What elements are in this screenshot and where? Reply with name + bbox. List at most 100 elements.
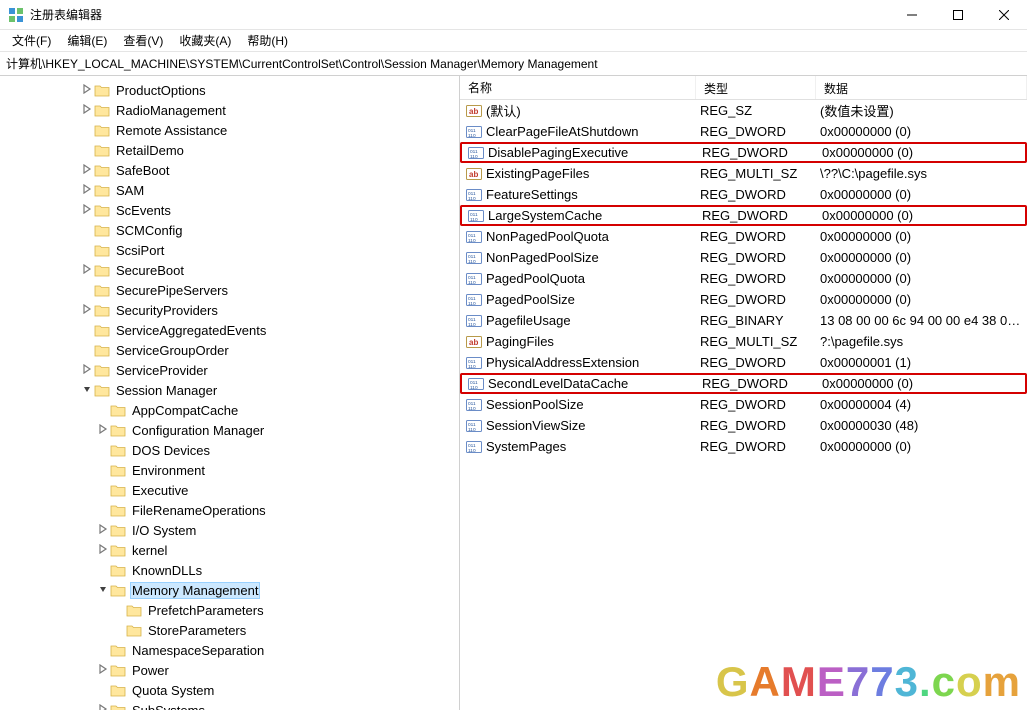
expand-icon[interactable] (96, 524, 110, 537)
binary-value-icon (466, 418, 482, 434)
tree-item[interactable]: Memory Management (0, 580, 459, 600)
value-row[interactable]: SessionViewSizeREG_DWORD0x00000030 (48) (460, 415, 1027, 436)
tree-item[interactable]: FileRenameOperations (0, 500, 459, 520)
tree-item[interactable]: I/O System (0, 520, 459, 540)
tree-item[interactable]: ServiceAggregatedEvents (0, 320, 459, 340)
tree-item[interactable]: DOS Devices (0, 440, 459, 460)
folder-icon (110, 563, 126, 577)
tree-item[interactable]: SafeBoot (0, 160, 459, 180)
menu-help[interactable]: 帮助(H) (239, 30, 296, 51)
value-name: LargeSystemCache (488, 208, 602, 223)
tree-item-label: PrefetchParameters (146, 602, 266, 619)
tree-pane[interactable]: ProductOptionsRadioManagement Remote Ass… (0, 76, 460, 710)
expand-icon[interactable] (96, 664, 110, 677)
value-data: 0x00000000 (0) (818, 439, 1027, 454)
collapse-icon[interactable] (96, 584, 110, 597)
folder-icon (94, 183, 110, 197)
list-pane[interactable]: 名称 类型 数据 (默认)REG_SZ(数值未设置)ClearPageFileA… (460, 76, 1027, 710)
value-row[interactable]: PhysicalAddressExtensionREG_DWORD0x00000… (460, 352, 1027, 373)
tree-item[interactable]: PrefetchParameters (0, 600, 459, 620)
folder-icon (94, 363, 110, 377)
tree-item[interactable]: RetailDemo (0, 140, 459, 160)
address-bar[interactable]: 计算机\HKEY_LOCAL_MACHINE\SYSTEM\CurrentCon… (0, 52, 1027, 76)
value-type: REG_DWORD (698, 187, 818, 202)
value-row[interactable]: NonPagedPoolQuotaREG_DWORD0x00000000 (0) (460, 226, 1027, 247)
expand-icon[interactable] (80, 164, 94, 177)
value-data: 0x00000000 (0) (820, 145, 1025, 160)
folder-icon (94, 343, 110, 357)
tree-item[interactable]: SecurePipeServers (0, 280, 459, 300)
tree-item[interactable]: SubSystems (0, 700, 459, 710)
expand-icon[interactable] (80, 104, 94, 117)
value-row[interactable]: ExistingPageFilesREG_MULTI_SZ\??\C:\page… (460, 163, 1027, 184)
close-button[interactable] (981, 0, 1027, 30)
binary-value-icon (466, 397, 482, 413)
binary-value-icon (466, 355, 482, 371)
value-data: 0x00000000 (0) (820, 376, 1025, 391)
value-row[interactable]: PagingFilesREG_MULTI_SZ?:\pagefile.sys (460, 331, 1027, 352)
value-row[interactable]: (默认)REG_SZ(数值未设置) (460, 100, 1027, 121)
expand-icon[interactable] (96, 424, 110, 437)
tree-item[interactable]: SCMConfig (0, 220, 459, 240)
value-row[interactable]: LargeSystemCacheREG_DWORD0x00000000 (0) (460, 205, 1027, 226)
tree-item[interactable]: ServiceGroupOrder (0, 340, 459, 360)
expand-icon[interactable] (80, 304, 94, 317)
tree-item[interactable]: RadioManagement (0, 100, 459, 120)
value-row[interactable]: PagefileUsageREG_BINARY13 08 00 00 6c 94… (460, 310, 1027, 331)
tree-item[interactable]: SAM (0, 180, 459, 200)
value-row[interactable]: SessionPoolSizeREG_DWORD0x00000004 (4) (460, 394, 1027, 415)
menu-view[interactable]: 查看(V) (115, 30, 171, 51)
tree-item[interactable]: Environment (0, 460, 459, 480)
expand-icon[interactable] (96, 704, 110, 710)
expand-icon[interactable] (80, 364, 94, 377)
tree-item[interactable]: ServiceProvider (0, 360, 459, 380)
expand-icon[interactable] (96, 544, 110, 557)
maximize-button[interactable] (935, 0, 981, 30)
value-row[interactable]: ClearPageFileAtShutdownREG_DWORD0x000000… (460, 121, 1027, 142)
tree-item-label: Configuration Manager (130, 422, 266, 439)
tree-item[interactable]: ProductOptions (0, 80, 459, 100)
tree-item[interactable]: Session Manager (0, 380, 459, 400)
tree-item[interactable]: SecurityProviders (0, 300, 459, 320)
column-header-data[interactable]: 数据 (816, 76, 1027, 99)
tree-item-label: SCMConfig (114, 222, 184, 239)
menu-favorites[interactable]: 收藏夹(A) (171, 30, 239, 51)
tree-item[interactable]: Executive (0, 480, 459, 500)
tree-item-label: SafeBoot (114, 162, 172, 179)
value-row[interactable]: NonPagedPoolSizeREG_DWORD0x00000000 (0) (460, 247, 1027, 268)
value-row[interactable]: PagedPoolSizeREG_DWORD0x00000000 (0) (460, 289, 1027, 310)
folder-icon (94, 203, 110, 217)
tree-item[interactable]: StoreParameters (0, 620, 459, 640)
expand-icon[interactable] (80, 264, 94, 277)
collapse-icon[interactable] (80, 384, 94, 397)
value-row[interactable]: DisablePagingExecutiveREG_DWORD0x0000000… (460, 142, 1027, 163)
tree-item[interactable]: NamespaceSeparation (0, 640, 459, 660)
tree-item[interactable]: ScEvents (0, 200, 459, 220)
tree-item-label: SecurePipeServers (114, 282, 230, 299)
value-row[interactable]: FeatureSettingsREG_DWORD0x00000000 (0) (460, 184, 1027, 205)
value-data: ?:\pagefile.sys (818, 334, 1027, 349)
tree-item[interactable]: Remote Assistance (0, 120, 459, 140)
minimize-button[interactable] (889, 0, 935, 30)
value-row[interactable]: SystemPagesREG_DWORD0x00000000 (0) (460, 436, 1027, 457)
tree-item[interactable]: Quota System (0, 680, 459, 700)
app-icon (8, 7, 24, 23)
tree-item[interactable]: ScsiPort (0, 240, 459, 260)
tree-item[interactable]: KnownDLLs (0, 560, 459, 580)
column-header-type[interactable]: 类型 (696, 76, 816, 99)
tree-item[interactable]: AppCompatCache (0, 400, 459, 420)
tree-item[interactable]: Power (0, 660, 459, 680)
tree-item[interactable]: SecureBoot (0, 260, 459, 280)
menu-edit[interactable]: 编辑(E) (59, 30, 115, 51)
tree-item-label: Memory Management (130, 582, 260, 599)
tree-item[interactable]: kernel (0, 540, 459, 560)
tree-item[interactable]: Configuration Manager (0, 420, 459, 440)
value-row[interactable]: SecondLevelDataCacheREG_DWORD0x00000000 … (460, 373, 1027, 394)
expand-icon[interactable] (80, 84, 94, 97)
expand-icon[interactable] (80, 204, 94, 217)
expand-icon[interactable] (80, 184, 94, 197)
menu-file[interactable]: 文件(F) (4, 30, 59, 51)
folder-icon (94, 383, 110, 397)
value-row[interactable]: PagedPoolQuotaREG_DWORD0x00000000 (0) (460, 268, 1027, 289)
column-header-name[interactable]: 名称 (460, 76, 696, 99)
